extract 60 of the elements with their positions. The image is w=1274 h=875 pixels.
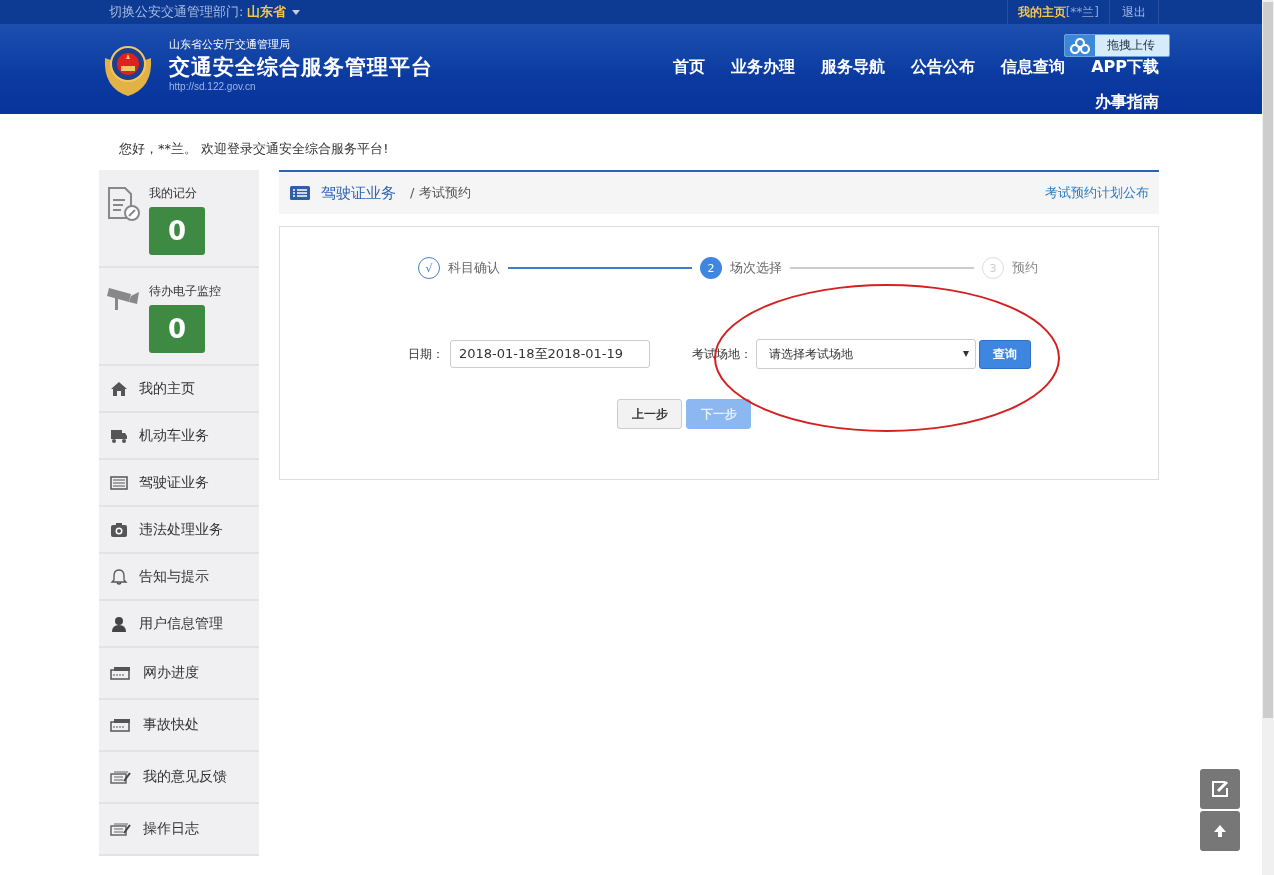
home-icon <box>110 380 128 397</box>
agency-name: 山东省公安厅交通管理局 <box>169 37 291 52</box>
step-marker: 2 <box>700 257 722 279</box>
scrollbar[interactable] <box>1262 0 1274 875</box>
sidebar-item[interactable]: 机动车业务 <box>99 413 259 460</box>
stat-count: 0 <box>149 207 205 255</box>
stat-label: 待办电子监控 <box>149 284 221 299</box>
sidebar-item[interactable]: 我的主页 <box>99 366 259 413</box>
card-icon <box>110 665 132 681</box>
step-label: 预约 <box>1012 259 1038 277</box>
province-dropdown[interactable]: 山东省 <box>247 3 301 21</box>
document-pencil-icon <box>107 186 141 222</box>
user-icon <box>110 615 128 632</box>
nav-link[interactable]: APP下载 <box>1091 57 1159 78</box>
department-switch-label: 切换公安交通管理部门: <box>109 3 244 21</box>
note-pencil-icon <box>110 769 132 785</box>
nav-link[interactable]: 办事指南 <box>1095 92 1159 113</box>
edit-icon <box>1210 779 1230 799</box>
stat-label: 我的记分 <box>149 186 198 201</box>
nav-link[interactable]: 首页 <box>673 57 706 78</box>
note-pencil-icon <box>110 821 132 837</box>
sidebar-item[interactable]: 事故快处 <box>99 700 259 752</box>
sidebar-item[interactable]: 操作日志 <box>99 804 259 856</box>
step-button[interactable]: 上一步 <box>617 399 682 429</box>
breadcrumb-page: / 考试预约 <box>410 184 471 202</box>
arrow-up-icon <box>1212 823 1228 839</box>
exam-plan-link[interactable]: 考试预约计划公布 <box>1045 184 1149 202</box>
list-icon <box>289 185 311 201</box>
card-icon <box>110 717 132 733</box>
sidebar-item[interactable]: 告知与提示 <box>99 554 259 601</box>
nav-link[interactable]: 信息查询 <box>1001 57 1066 78</box>
venue-dropdown[interactable]: 请选择考试场地 <box>756 339 976 369</box>
camera-icon <box>110 521 128 538</box>
sidebar-item[interactable]: 违法处理业务 <box>99 507 259 554</box>
list-icon <box>110 474 128 491</box>
dropdown-arrow-icon <box>963 351 969 357</box>
bell-icon <box>110 568 128 585</box>
nav-link[interactable]: 服务导航 <box>821 57 886 78</box>
float-button[interactable] <box>1200 811 1240 851</box>
platform-title: 交通安全综合服务管理平台 <box>169 54 433 81</box>
date-label: 日期： <box>408 345 444 363</box>
sidebar-item[interactable]: 网办进度 <box>99 648 259 700</box>
sidebar-item[interactable]: 用户信息管理 <box>99 601 259 648</box>
query-button[interactable]: 查询 <box>979 339 1031 369</box>
sidebar-item[interactable]: 我的意见反馈 <box>99 752 259 804</box>
stat-count: 0 <box>149 305 205 353</box>
site-url: http://sd.122.gov.cn <box>169 81 257 92</box>
nav-link[interactable]: 业务办理 <box>731 57 796 78</box>
truck-icon <box>110 427 128 444</box>
welcome-message: 您好，**兰。 欢迎登录交通安全综合服务平台! <box>118 140 390 158</box>
nav-link[interactable]: 公告公布 <box>911 57 976 78</box>
edit-button[interactable] <box>1200 769 1240 809</box>
sidebar-item[interactable]: 驾驶证业务 <box>99 460 259 507</box>
caret-icon <box>292 9 301 15</box>
step-label: 场次选择 <box>730 259 782 277</box>
breadcrumb-section: 驾驶证业务 <box>321 183 396 203</box>
drag-upload-button[interactable]: 拖拽上传 <box>1064 34 1170 57</box>
date-field[interactable]: 2018-01-18至2018-01-19 <box>450 340 650 368</box>
step-label: 科目确认 <box>448 259 500 277</box>
cloud-icon <box>1069 37 1091 54</box>
